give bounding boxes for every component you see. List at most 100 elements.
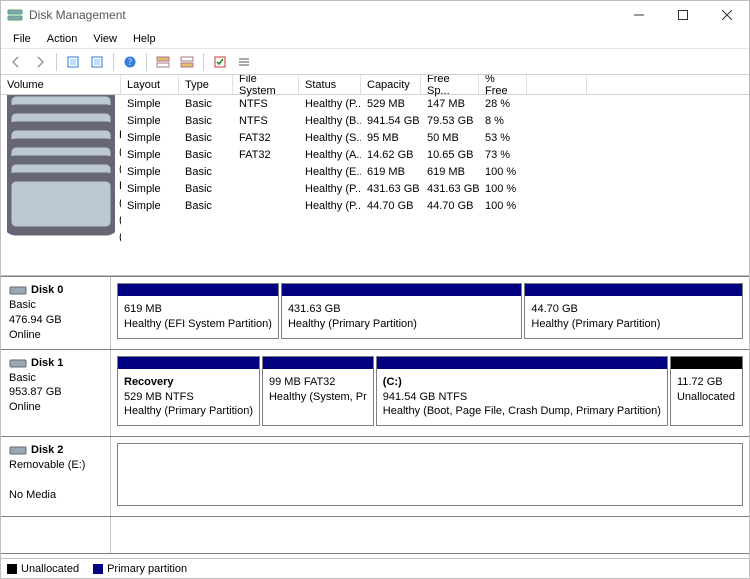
volume-status: Healthy (P... <box>299 183 361 195</box>
menu-action[interactable]: Action <box>39 31 86 47</box>
partition-box[interactable]: Recovery529 MB NTFSHealthy (Primary Part… <box>117 356 260 427</box>
disk-label: Disk 1 Basic 953.87 GB Online <box>1 350 111 437</box>
legend-unallocated: Unallocated <box>7 563 79 575</box>
volume-type: Basic <box>179 115 233 127</box>
disk-status: Online <box>9 401 41 413</box>
partition-box[interactable]: 431.63 GBHealthy (Primary Partition) <box>281 283 522 339</box>
volume-type: Basic <box>179 183 233 195</box>
disk-type: Removable (E:) <box>9 459 85 471</box>
volume-status: Healthy (A... <box>299 149 361 161</box>
view-bottom-icon[interactable] <box>176 51 198 73</box>
volume-list: Volume Layout Type File System Status Ca… <box>1 75 749 276</box>
col-layout[interactable]: Layout <box>121 75 179 94</box>
volume-capacity: 529 MB <box>361 98 421 110</box>
legend: Unallocated Primary partition <box>1 558 749 578</box>
volume-free: 50 MB <box>421 132 479 144</box>
col-capacity[interactable]: Capacity <box>361 75 421 94</box>
volume-icon <box>7 231 115 243</box>
volume-type: Basic <box>179 149 233 161</box>
volume-capacity: 431.63 GB <box>361 183 421 195</box>
volume-fs: FAT32 <box>233 132 299 144</box>
volume-pfree: 73 % <box>479 149 527 161</box>
partition-info: 44.70 GBHealthy (Primary Partition) <box>525 296 742 338</box>
col-volume[interactable]: Volume <box>1 75 121 94</box>
disk-status: Online <box>9 329 41 341</box>
volume-pfree: 28 % <box>479 98 527 110</box>
volume-status: Healthy (P... <box>299 98 361 110</box>
partition-info: 11.72 GBUnallocated <box>671 369 742 411</box>
back-button[interactable] <box>5 51 27 73</box>
partition-color-bar <box>118 284 278 296</box>
partition-color-bar <box>118 357 259 369</box>
volume-pfree: 100 % <box>479 166 527 178</box>
partition-info: 619 MBHealthy (EFI System Partition) <box>118 296 278 338</box>
partition-box[interactable]: 11.72 GBUnallocated <box>670 356 743 427</box>
maximize-button[interactable] <box>661 1 705 29</box>
col-spare[interactable] <box>527 75 587 94</box>
volume-layout: Simple <box>121 149 179 161</box>
menu-help[interactable]: Help <box>125 31 164 47</box>
list-icon[interactable] <box>233 51 255 73</box>
forward-button[interactable] <box>29 51 51 73</box>
help-icon[interactable]: ? <box>119 51 141 73</box>
volume-free: 10.65 GB <box>421 149 479 161</box>
title-bar: Disk Management <box>1 1 749 29</box>
volume-list-header: Volume Layout Type File System Status Ca… <box>1 75 749 95</box>
menu-view[interactable]: View <box>85 31 125 47</box>
window-controls <box>617 1 749 29</box>
col-pfree[interactable]: % Free <box>479 75 527 94</box>
volume-type: Basic <box>179 200 233 212</box>
volume-layout: Simple <box>121 115 179 127</box>
partition-color-bar <box>282 284 521 296</box>
disk-name: Disk 1 <box>31 357 63 369</box>
volume-fs: NTFS <box>233 98 299 110</box>
disk-row-0[interactable]: Disk 0 Basic 476.94 GB Online 619 MBHeal… <box>1 276 749 349</box>
partition-box[interactable]: (C:)941.54 GB NTFSHealthy (Boot, Page Fi… <box>376 356 668 427</box>
volume-pfree: 100 % <box>479 200 527 212</box>
disk-label: Disk 0 Basic 476.94 GB Online <box>1 277 111 349</box>
volume-list-body[interactable]: RecoverySimpleBasicNTFSHealthy (P...529 … <box>1 95 749 275</box>
partition-box[interactable]: 619 MBHealthy (EFI System Partition) <box>117 283 279 339</box>
refresh-icon[interactable] <box>62 51 84 73</box>
disk-row-2[interactable]: Disk 2 Removable (E:) No Media <box>1 436 749 516</box>
removable-disk-icon <box>9 443 27 457</box>
close-button[interactable] <box>705 1 749 29</box>
partition-box[interactable]: 99 MB FAT32Healthy (System, Pr <box>262 356 374 427</box>
col-free[interactable]: Free Sp... <box>421 75 479 94</box>
col-type[interactable]: Type <box>179 75 233 94</box>
volume-pfree: 100 % <box>479 183 527 195</box>
disk-status: No Media <box>9 489 56 501</box>
disk-label: Disk 2 Removable (E:) No Media <box>1 437 111 516</box>
col-status[interactable]: Status <box>299 75 361 94</box>
disk-name: Disk 0 <box>31 284 63 296</box>
volume-free: 44.70 GB <box>421 200 479 212</box>
disk-partitions: Recovery529 MB NTFSHealthy (Primary Part… <box>111 350 749 437</box>
no-media-box <box>117 443 743 506</box>
toolbar: ? <box>1 49 749 75</box>
volume-free: 619 MB <box>421 166 479 178</box>
disk-size: 953.87 GB <box>9 386 62 398</box>
menu-file[interactable]: File <box>5 31 39 47</box>
settings-icon[interactable] <box>86 51 108 73</box>
swatch-primary-icon <box>93 564 103 574</box>
col-fs[interactable]: File System <box>233 75 299 94</box>
minimize-button[interactable] <box>617 1 661 29</box>
volume-fs: FAT32 <box>233 149 299 161</box>
disk-row-1[interactable]: Disk 1 Basic 953.87 GB Online Recovery52… <box>1 349 749 437</box>
volume-free: 147 MB <box>421 98 479 110</box>
toolbar-separator <box>56 53 57 71</box>
view-top-icon[interactable] <box>152 51 174 73</box>
content-area: Volume Layout Type File System Status Ca… <box>1 75 749 578</box>
disk-type: Basic <box>9 299 36 311</box>
volume-layout: Simple <box>121 132 179 144</box>
volume-capacity: 619 MB <box>361 166 421 178</box>
volume-name: (Disk 0 partition 3) <box>119 231 121 243</box>
volume-layout: Simple <box>121 166 179 178</box>
volume-type: Basic <box>179 132 233 144</box>
partition-info: Recovery529 MB NTFSHealthy (Primary Part… <box>118 369 259 426</box>
action-icon[interactable] <box>209 51 231 73</box>
svg-text:?: ? <box>128 57 132 67</box>
table-row[interactable]: (Disk 0 partition 3)SimpleBasicHealthy (… <box>1 197 749 214</box>
partition-box[interactable]: 44.70 GBHealthy (Primary Partition) <box>524 283 743 339</box>
disk-partitions <box>111 437 749 516</box>
